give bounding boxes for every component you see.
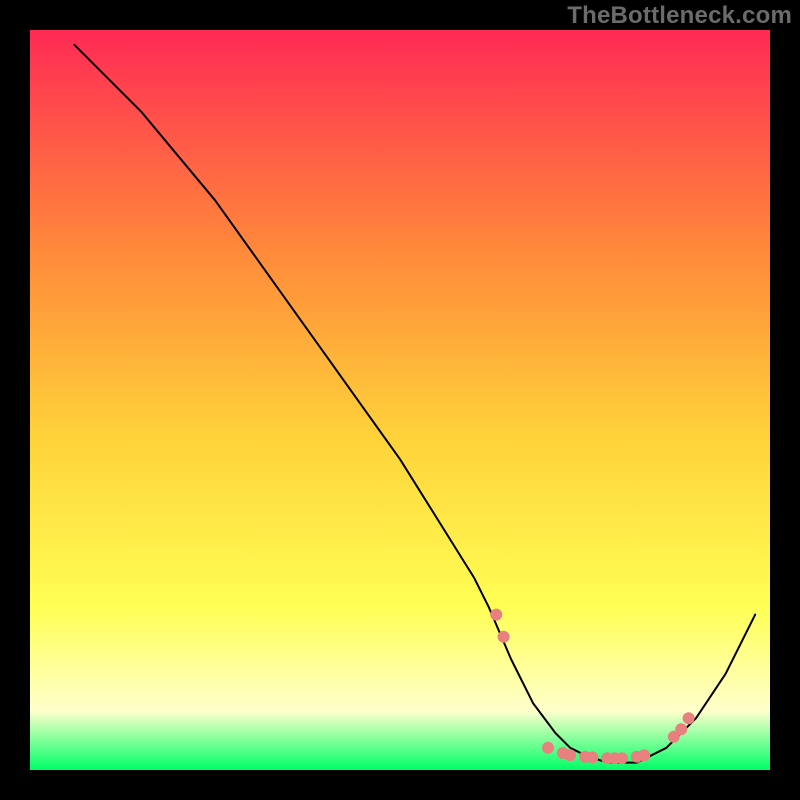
highlight-dot (638, 749, 650, 761)
highlight-dot (490, 609, 502, 621)
highlight-dot (586, 751, 598, 763)
highlight-dot (675, 723, 687, 735)
plot-background (30, 30, 770, 770)
highlight-dot (542, 742, 554, 754)
watermark-text: TheBottleneck.com (567, 2, 792, 30)
bottleneck-chart (0, 0, 800, 800)
highlight-dot (564, 749, 576, 761)
highlight-dot (498, 631, 510, 643)
highlight-dot (683, 712, 695, 724)
highlight-dot (616, 752, 628, 764)
